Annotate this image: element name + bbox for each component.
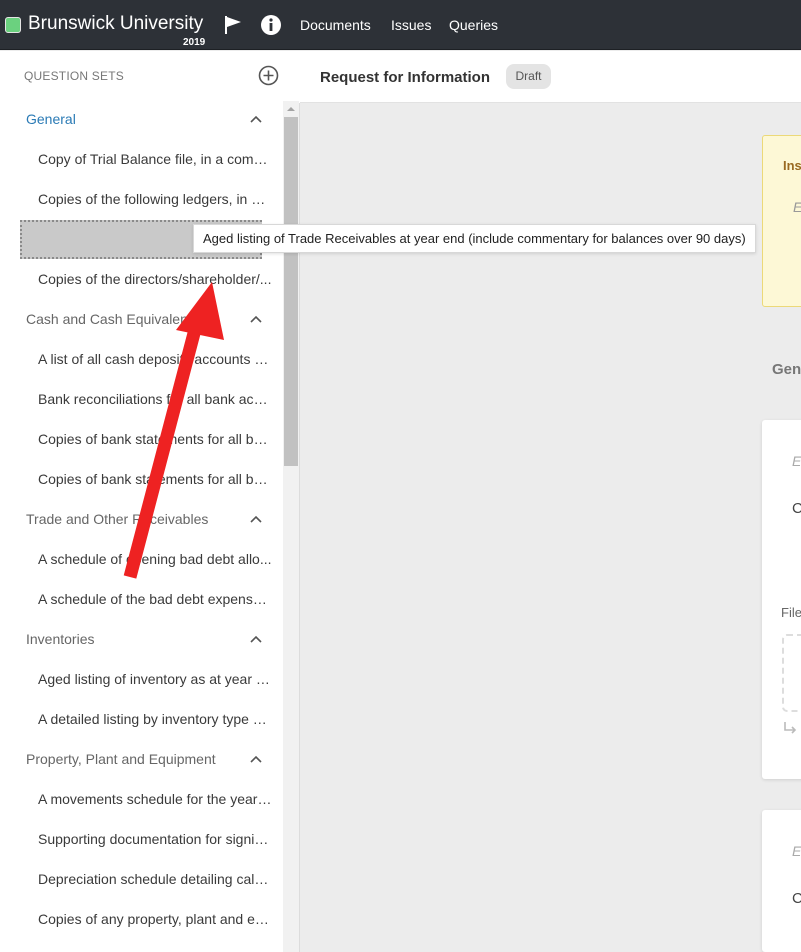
question-label: A schedule of the bad debt expense f... [38,591,272,607]
question-item[interactable]: Copies of any property, plant and eq... [0,900,282,940]
question-label: A movements schedule for the year ... [38,791,272,807]
status-badge: Draft [506,64,551,89]
question-label: Aged listing of inventory as at year e..… [38,671,272,687]
brand-name[interactable]: Brunswick University [28,13,203,35]
page-title: Request for Information [320,69,491,86]
question-item[interactable]: A detailed listing by inventory type a..… [0,700,282,740]
section-label: Inventories [26,631,95,647]
section-trade-receivables[interactable]: Trade and Other Receivables [0,500,282,540]
section-label: General [26,111,76,127]
question-sets-header: QUESTION SETS [24,69,124,83]
section-label: Property, Plant and Equipment [26,751,216,767]
question-prompt: E [792,843,801,859]
question-item[interactable]: A schedule of the bad debt expense f... [0,580,282,620]
flag-icon[interactable] [222,14,244,36]
section-label: Cash and Cash Equivalents [26,311,199,327]
file-drop-zone[interactable] [782,634,801,712]
question-sets-sidebar: QUESTION SETS General Copy of Trial Bala… [0,51,300,952]
scrollbar-thumb[interactable] [284,117,298,466]
question-prompt: E [792,453,801,469]
instructions-text: E [793,199,801,215]
section-heading: Gen [772,361,801,378]
question-label: A detailed listing by inventory type a..… [38,711,272,727]
question-item[interactable]: Copies of bank statements for all ba... [0,460,282,500]
question-label: Copies of the following ledgers, in a c.… [38,191,272,207]
question-label: A schedule of opening bad debt allo... [38,551,272,567]
question-label: Bank reconciliations for all bank acc... [38,391,272,407]
question-item[interactable]: Copies of the directors/shareholder/... [0,260,282,300]
nav-queries-link[interactable]: Queries [449,17,498,33]
info-icon[interactable] [260,14,282,36]
chevron-up-icon[interactable] [249,634,263,644]
nav-issues-link[interactable]: Issues [391,17,431,33]
brand-year: 2019 [183,37,206,48]
scroll-up-arrow-icon[interactable] [283,103,299,115]
question-label: Supporting documentation for signifi... [38,831,272,847]
chevron-up-icon[interactable] [249,114,263,124]
question-card: E C [762,810,801,952]
section-inventories[interactable]: Inventories [0,620,282,660]
question-item[interactable]: A list of all cash deposits/accounts h..… [0,340,282,380]
question-label: Copy of Trial Balance file, in a compa..… [38,151,272,167]
question-label: Copies of any property, plant and eq... [38,911,272,927]
question-item[interactable]: Copies of bank statements for all ba... [0,420,282,460]
question-item[interactable]: Bank reconciliations for all bank acc... [0,380,282,420]
question-label: A list of all cash deposits/accounts h..… [38,351,272,367]
question-item[interactable]: A schedule of opening bad debt allo... [0,540,282,580]
main-header: Request for Information Draft [300,51,801,103]
chevron-up-icon[interactable] [249,314,263,324]
question-label: Depreciation schedule detailing calc... [38,871,272,887]
section-cash-equivalents[interactable]: Cash and Cash Equivalents [0,300,282,340]
question-item[interactable]: Copy of Trial Balance file, in a compa..… [0,140,282,180]
question-label: Copies of bank statements for all ba... [38,471,272,487]
question-label: Copies of the directors/shareholder/... [38,271,272,287]
section-property-plant-equipment[interactable]: Property, Plant and Equipment [0,740,282,780]
section-general[interactable]: General [0,100,282,140]
nav-documents-link[interactable]: Documents [300,17,371,33]
question-item[interactable]: A movements schedule for the year ... [0,780,282,820]
section-label: Trade and Other Receivables [26,511,209,527]
files-label: File [781,605,801,620]
instructions-title: Ins [783,158,801,173]
chevron-up-icon[interactable] [249,754,263,764]
question-text: C [792,890,801,907]
dragged-item-tooltip: Aged listing of Trade Receivables at yea… [193,224,756,253]
reply-icon[interactable] [782,720,800,736]
question-text: C [792,500,801,517]
question-label: Copies of bank statements for all ba... [38,431,272,447]
question-item[interactable]: Depreciation schedule detailing calc... [0,860,282,900]
question-item[interactable]: Copies of the following ledgers, in a c.… [0,180,282,220]
question-item[interactable]: Supporting documentation for signifi... [0,820,282,860]
question-card: E C File [762,420,801,779]
brand-status-icon [5,17,21,33]
top-nav-bar: Brunswick University 2019 Documents Issu… [0,0,801,50]
instructions-box: Ins E [762,135,801,307]
chevron-up-icon[interactable] [249,514,263,524]
question-item[interactable]: Aged listing of inventory as at year e..… [0,660,282,700]
add-question-set-icon[interactable] [258,65,279,86]
